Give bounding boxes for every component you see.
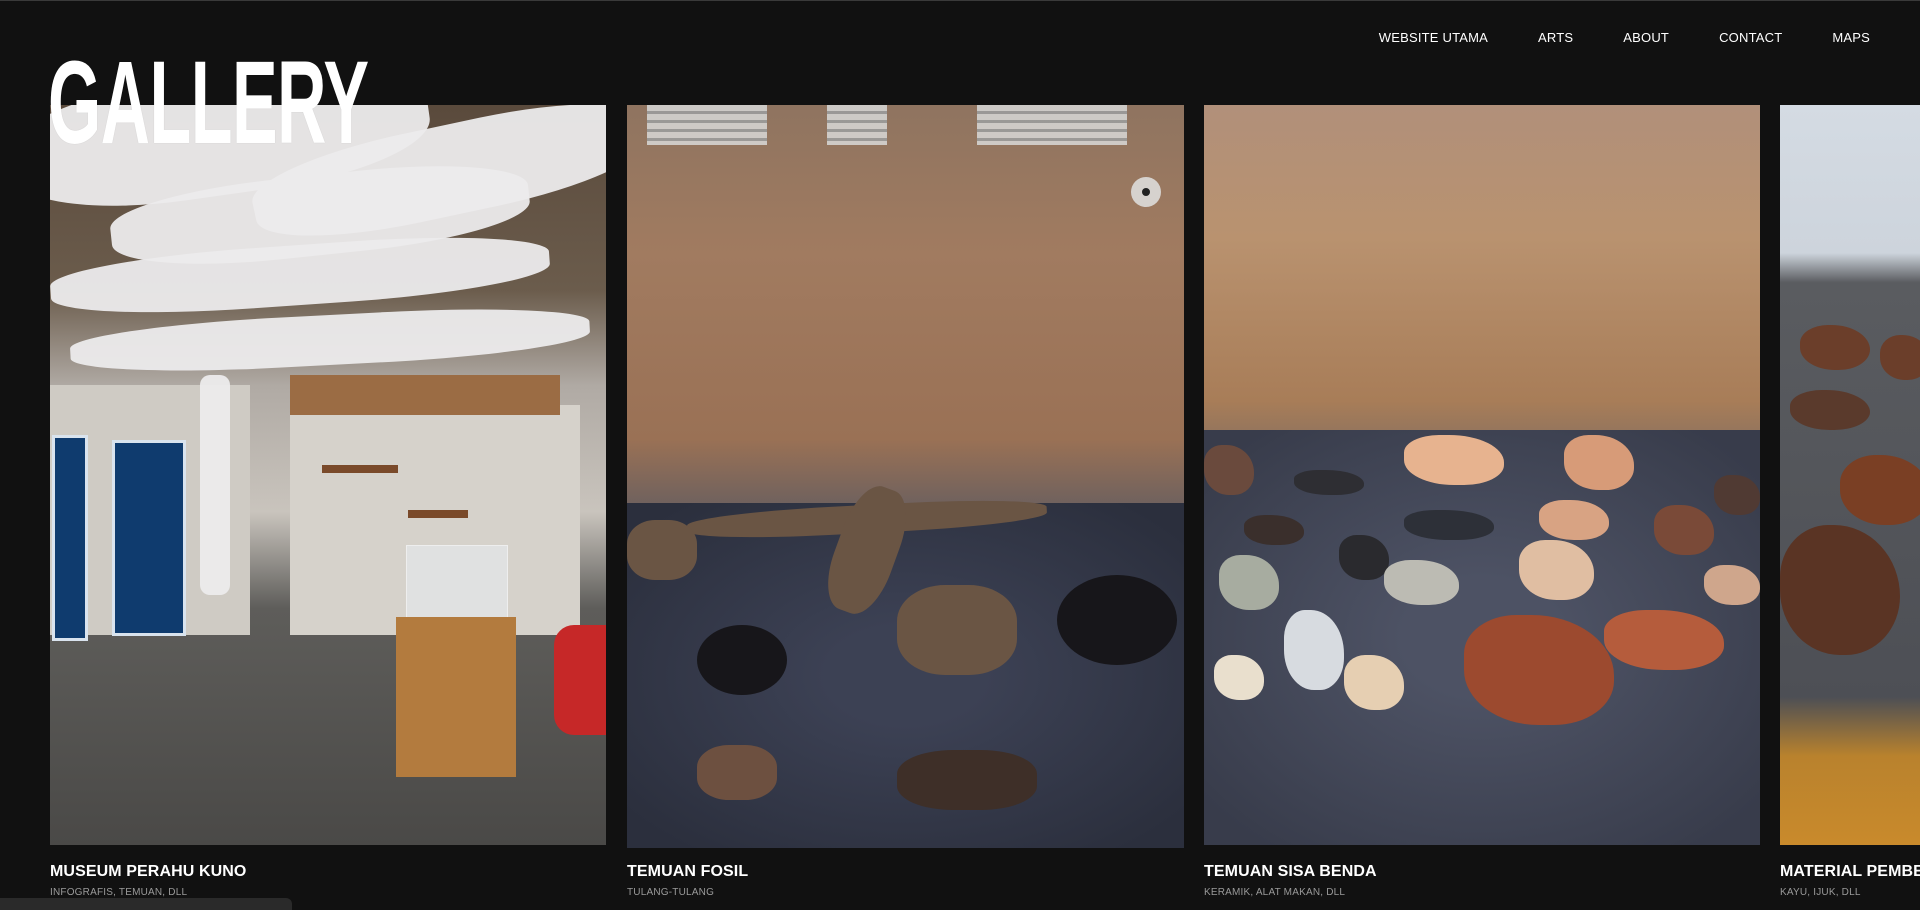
gallery-card-fossil[interactable]: TEMUAN FOSIL TULANG-TULANG [627, 105, 1184, 898]
card-title[interactable]: TEMUAN SISA BENDA [1204, 863, 1377, 881]
gallery-card-museum[interactable]: MUSEUM PERAHU KUNO INFOGRAFIS, TEMUAN, D… [50, 105, 606, 898]
card-subtitle: KAYU, IJUK, DLL [1780, 887, 1861, 898]
card-title[interactable]: TEMUAN FOSIL [627, 863, 748, 881]
card-subtitle: KERAMIK, ALAT MAKAN, DLL [1204, 887, 1346, 898]
hotspot-pin-icon[interactable] [1131, 177, 1161, 207]
gallery-card-shards[interactable]: TEMUAN SISA BENDA KERAMIK, ALAT MAKAN, D… [1204, 105, 1760, 898]
card-subtitle: TULANG-TULANG [627, 887, 715, 898]
material-photo[interactable] [1780, 105, 1920, 845]
nav-about[interactable]: ABOUT [1623, 30, 1669, 46]
nav-arts[interactable]: ARTS [1538, 30, 1573, 46]
card-subtitle: INFOGRAFIS, TEMUAN, DLL [50, 887, 188, 898]
card-title[interactable]: MUSEUM PERAHU KUNO [50, 863, 246, 881]
museum-interior-photo[interactable] [50, 105, 606, 845]
top-border [0, 0, 1920, 1]
nav-contact[interactable]: CONTACT [1719, 30, 1782, 46]
main-nav: WEBSITE UTAMA ARTS ABOUT CONTACT MAPS [1329, 30, 1870, 46]
status-bar [0, 898, 292, 910]
nav-maps[interactable]: MAPS [1832, 30, 1870, 46]
gallery-card-material[interactable]: MATERIAL PEMBEN KAYU, IJUK, DLL [1780, 105, 1920, 907]
fossil-display-photo[interactable] [627, 105, 1184, 848]
card-title[interactable]: MATERIAL PEMBEN [1780, 863, 1920, 881]
page-title: GALLERY [48, 37, 369, 169]
nav-website-utama[interactable]: WEBSITE UTAMA [1379, 30, 1488, 46]
ceramic-shards-photo[interactable] [1204, 105, 1760, 845]
